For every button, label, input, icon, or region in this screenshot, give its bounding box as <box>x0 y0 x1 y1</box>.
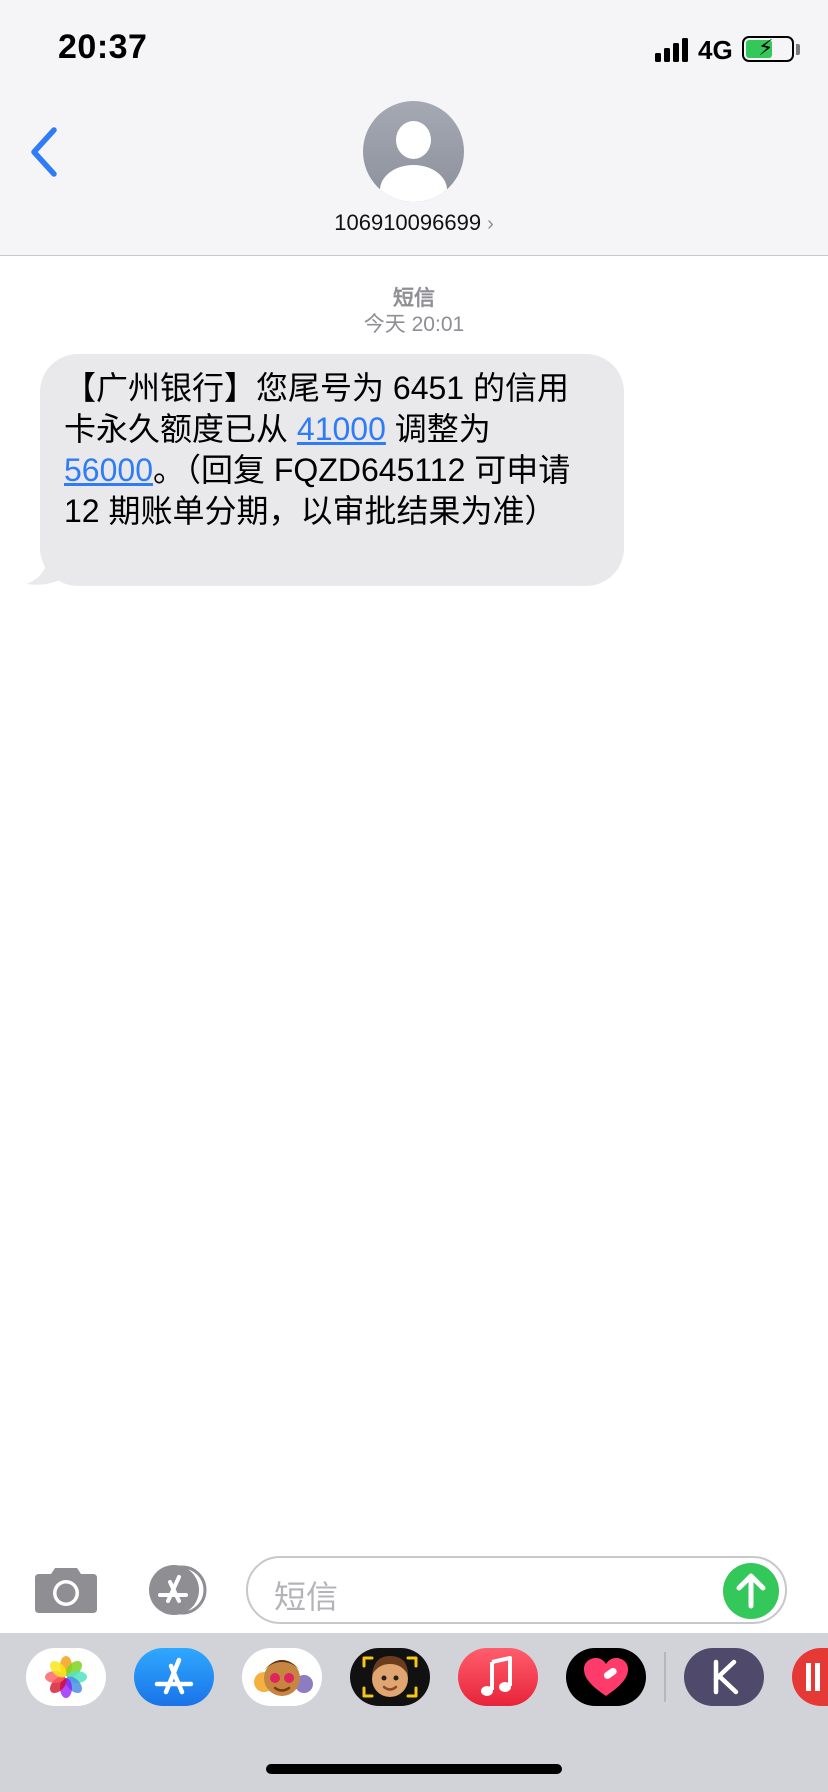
camera-button[interactable] <box>35 1566 97 1613</box>
battery-cap <box>796 44 800 55</box>
message-input[interactable]: 短信 <box>246 1556 787 1624</box>
app-store-button[interactable] <box>140 1565 212 1615</box>
message-link-41000[interactable]: 41000 <box>297 411 386 447</box>
contact-avatar[interactable] <box>363 101 464 202</box>
camera-icon <box>35 1568 97 1613</box>
avatar-body <box>380 165 447 202</box>
k-app-icon[interactable] <box>684 1648 764 1706</box>
app-store-icon <box>149 1565 207 1615</box>
drawer-divider <box>664 1652 666 1702</box>
battery-icon: ⚡ <box>742 36 794 62</box>
message-text: 调整为 <box>385 411 491 447</box>
status-time: 20:37 <box>58 28 148 66</box>
contact-number: 106910096699 <box>334 210 482 235</box>
send-button[interactable] <box>723 1563 779 1619</box>
avatar-head <box>396 121 431 159</box>
chevron-left-icon <box>31 127 57 177</box>
conversation-header: 20:37 4G ⚡ 106910096699 › <box>0 0 828 256</box>
charging-bolt-icon: ⚡ <box>758 35 774 60</box>
cellular-signal-icon <box>655 38 689 62</box>
chevron-right-icon: › <box>487 213 494 235</box>
incoming-message-bubble[interactable]: 【广州银行】您尾号为 6451 的信用卡永久额度已从 41000 调整为 560… <box>40 354 624 586</box>
digital-touch-app-icon[interactable] <box>566 1648 646 1706</box>
message-link-56000[interactable]: 56000 <box>64 452 153 488</box>
network-type: 4G <box>698 35 733 65</box>
photos-app-icon[interactable] <box>26 1648 106 1706</box>
memoji-app-icon[interactable] <box>350 1648 430 1706</box>
home-indicator <box>266 1764 562 1774</box>
app-store-app-icon[interactable] <box>134 1648 214 1706</box>
back-button[interactable] <box>22 122 72 182</box>
arrow-up-icon <box>736 1573 766 1609</box>
conversation-timestamp: 今天 20:01 <box>363 313 465 336</box>
music-app-icon[interactable] <box>458 1648 538 1706</box>
contact-name-button[interactable]: 106910096699 › <box>0 210 828 236</box>
animoji-app-icon[interactable] <box>242 1648 322 1706</box>
input-placeholder: 短信 <box>274 1579 339 1615</box>
